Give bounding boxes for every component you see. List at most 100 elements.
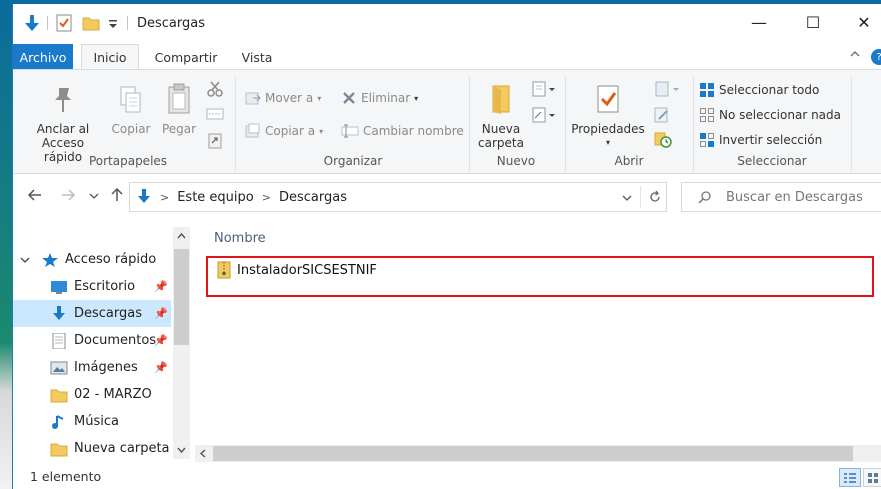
scroll-left-icon[interactable] [199, 449, 207, 458]
desktop-background-left [0, 0, 12, 489]
group-label-abrir: Abrir [614, 154, 644, 168]
back-arrow-icon[interactable] [27, 187, 43, 203]
tab-compartir[interactable]: Compartir [151, 44, 221, 70]
invert-selection-label: Invertir selección [719, 133, 823, 147]
nav-label-documentos: Documentos [74, 333, 157, 348]
rename-icon [341, 124, 359, 138]
breadcrumb-descargas[interactable]: Descargas [279, 190, 347, 205]
pin-icon[interactable]: 📌 [154, 334, 168, 347]
delete-label: Eliminar [361, 91, 411, 105]
chevron-down-icon: ▾ [317, 93, 322, 103]
down-arrow-icon[interactable] [23, 13, 41, 33]
file-row[interactable]: InstaladorSICSESTNIF [208, 259, 868, 281]
help-icon[interactable]: ? [871, 49, 881, 65]
large-icons-view-button[interactable] [863, 468, 881, 487]
new-folder-quick-icon[interactable] [81, 13, 101, 33]
pin-icon[interactable]: 📌 [154, 307, 168, 320]
nav-scrollbar[interactable] [173, 227, 190, 459]
pin-icon [55, 88, 71, 112]
chevron-up-icon[interactable] [849, 48, 861, 60]
new-item-icon[interactable] [531, 80, 557, 98]
close-button[interactable]: ✕ [841, 4, 881, 40]
move-to-button[interactable]: Mover a ▾ [245, 90, 321, 106]
paste-button[interactable]: Pegar [159, 82, 199, 136]
horizontal-scroll-thumb[interactable] [213, 446, 853, 461]
recent-locations-icon[interactable] [89, 191, 99, 201]
copy-to-button[interactable]: Copiar a ▾ [245, 123, 323, 139]
title-bar: Descargas — ☐ ✕ [13, 4, 881, 40]
new-folder-button[interactable]: Nueva carpeta [475, 82, 527, 150]
copy-path-icon[interactable] [206, 106, 224, 122]
copy-button[interactable]: Copiar [109, 84, 153, 136]
horizontal-scrollbar[interactable] [195, 445, 881, 462]
forward-arrow-icon[interactable] [60, 187, 76, 203]
select-all-button[interactable]: Seleccionar todo [699, 82, 819, 98]
column-header-nombre[interactable]: Nombre [214, 231, 266, 246]
select-none-button[interactable]: No seleccionar nada [699, 107, 841, 123]
ribbon: Anclar al Acceso rápido Copiar Pegar Por… [13, 69, 881, 174]
minimize-button[interactable]: — [736, 4, 782, 40]
nav-label-descargas: Descargas [74, 306, 143, 321]
nav-label-imagenes: Imágenes [74, 360, 138, 375]
nav-item-descargas[interactable]: Descargas 📌 [13, 300, 171, 327]
move-to-icon [245, 92, 261, 105]
pin-icon[interactable]: 📌 [154, 361, 168, 374]
nav-item-quick-access[interactable]: Acceso rápido [13, 246, 171, 273]
downloads-location-icon [138, 189, 150, 203]
new-folder-icon [492, 85, 510, 114]
copy-icon [120, 86, 141, 113]
paste-shortcut-icon[interactable] [207, 132, 223, 150]
open-icon[interactable] [653, 80, 681, 98]
scroll-up-icon[interactable] [177, 232, 186, 240]
edit-icon[interactable] [653, 106, 671, 124]
nav-item-musica[interactable]: Música [13, 408, 171, 435]
refresh-icon[interactable] [648, 190, 662, 204]
nav-item-imagenes[interactable]: Imágenes 📌 [13, 354, 171, 381]
rename-button[interactable]: Cambiar nombre [341, 123, 464, 139]
address-dropdown-icon[interactable] [622, 194, 632, 202]
properties-button[interactable]: Propiedades ▾ [569, 82, 647, 150]
file-explorer-window: Descargas — ☐ ✕ Archivo Inicio Compartir… [12, 4, 881, 489]
chevron-down-icon[interactable] [20, 255, 30, 265]
maximize-button[interactable]: ☐ [790, 4, 836, 40]
nav-item-escritorio[interactable]: Escritorio 📌 [13, 273, 171, 300]
new-folder-label-line1: Nueva [481, 122, 521, 136]
tab-archivo[interactable]: Archivo [13, 44, 73, 70]
properties-quick-icon[interactable] [55, 13, 73, 33]
properties-label: Propiedades [571, 122, 645, 136]
pictures-icon [50, 361, 68, 374]
invert-selection-button[interactable]: Invertir selección [699, 132, 822, 148]
search-input[interactable]: Buscar en Descargas [681, 182, 881, 212]
customize-quick-access-icon[interactable] [107, 13, 119, 33]
zip-folder-icon [217, 261, 231, 279]
nav-item-nueva-carpeta[interactable]: Nueva carpeta [13, 435, 171, 462]
group-label-seleccionar: Seleccionar [737, 154, 807, 168]
scroll-down-icon[interactable] [177, 446, 186, 454]
pin-quick-access-button[interactable]: Anclar al Acceso rápido [21, 84, 105, 164]
cut-icon[interactable] [206, 80, 224, 98]
delete-button[interactable]: Eliminar ▾ [341, 90, 418, 106]
nav-label-escritorio: Escritorio [74, 279, 136, 294]
new-folder-label-line2: carpeta [478, 136, 524, 150]
history-icon[interactable] [653, 131, 673, 149]
nav-scroll-thumb[interactable] [174, 249, 189, 345]
star-icon [42, 252, 58, 267]
large-icons-view-icon [868, 473, 878, 483]
address-bar[interactable]: > Este equipo > Descargas [129, 182, 667, 212]
tab-vista[interactable]: Vista [237, 44, 277, 70]
desktop-icon [51, 280, 67, 294]
breadcrumb-este-equipo[interactable]: Este equipo [177, 190, 254, 205]
select-none-icon [700, 108, 714, 122]
music-icon [52, 414, 64, 429]
properties-icon [597, 85, 619, 113]
nav-item-documentos[interactable]: Documentos 📌 [13, 327, 171, 354]
up-arrow-icon[interactable] [109, 187, 125, 203]
nav-item-02-marzo[interactable]: 02 - MARZO [13, 381, 171, 408]
tab-inicio[interactable]: Inicio [81, 44, 139, 70]
pin-icon[interactable]: 📌 [154, 280, 168, 293]
easy-access-icon[interactable] [531, 106, 557, 124]
folder-icon [50, 389, 68, 402]
status-bar: 1 elemento [13, 466, 881, 489]
details-view-button[interactable] [839, 468, 861, 487]
chevron-down-icon: ▾ [319, 126, 324, 136]
